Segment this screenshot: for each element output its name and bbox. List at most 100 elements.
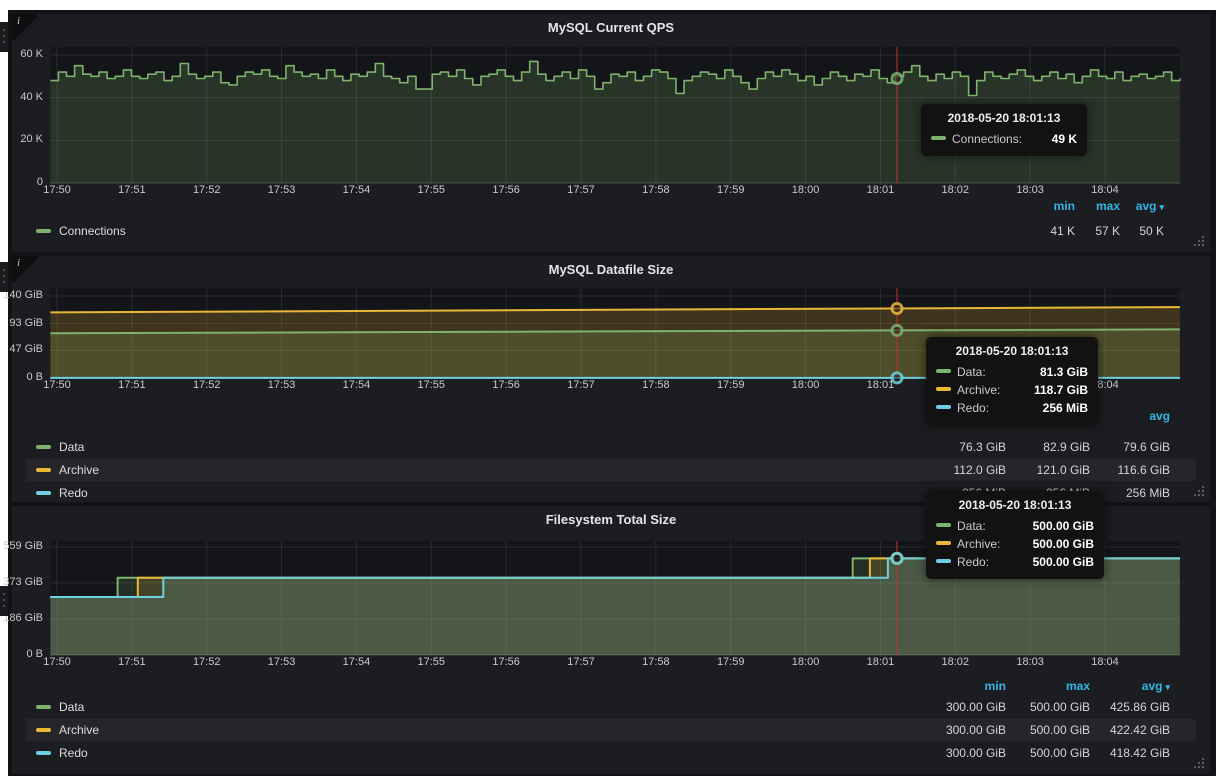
y-axis-tick-label: 140 GiB	[3, 289, 43, 301]
x-axis-tick-label: 17:55	[418, 656, 446, 668]
tooltip-series-name: Archive:	[957, 537, 1000, 551]
panel-drag-indicator	[0, 262, 8, 292]
panel-resize-handle[interactable]	[1194, 758, 1206, 770]
x-axis-tick-label: 17:52	[193, 184, 221, 196]
tooltip-series-value: 500.00 GiB	[1019, 537, 1094, 551]
tooltip: 2018-05-20 18:01:13Data:81.3 GiBArchive:…	[926, 337, 1098, 425]
legend-series-redo[interactable]: Redo	[36, 742, 88, 764]
legend-series-archive[interactable]: Archive	[36, 459, 99, 481]
legend-header-label: max	[1066, 679, 1090, 693]
legend-stat-avg: 422.42 GiB	[1110, 719, 1170, 741]
x-axis-tick-label: 17:50	[43, 379, 71, 391]
tooltip-timestamp: 2018-05-20 18:01:13	[936, 498, 1094, 512]
tooltip-series-row: Data:81.3 GiB	[936, 363, 1088, 381]
tooltip-series-row: Archive: 500.00 GiB	[936, 535, 1094, 553]
legend-series-connections[interactable]: Connections	[36, 220, 126, 242]
legend-series-label: Data	[59, 700, 84, 714]
legend-stat-min: 112.0 GiB	[954, 459, 1006, 481]
series-color-dash-icon	[936, 541, 951, 545]
legend-header-max[interactable]: max	[1096, 199, 1120, 213]
tooltip-series-row: Connections:49 K	[931, 130, 1077, 148]
x-axis-tick-label: 17:50	[43, 656, 71, 668]
series-color-dash-icon	[36, 445, 51, 449]
legend-series-label: Data	[59, 440, 84, 454]
tooltip: 2018-05-20 18:01:13Data:500.00 GiBArchiv…	[926, 491, 1104, 579]
x-axis-tick-label: 18:04	[1091, 184, 1119, 196]
x-axis-tick-label: 17:54	[343, 379, 371, 391]
legend-header-min[interactable]: min	[1054, 199, 1075, 213]
chevron-down-icon: ▾	[1159, 202, 1164, 212]
legend-series-archive[interactable]: Archive	[36, 719, 99, 741]
series-color-dash-icon	[36, 751, 51, 755]
x-axis-tick-label: 18:04	[1091, 656, 1119, 668]
x-axis-tick-label: 18:03	[1016, 184, 1044, 196]
y-axis-tick-label: 0 B	[26, 371, 43, 383]
x-axis-tick-label: 17:57	[567, 656, 595, 668]
x-axis-tick-label: 18:01	[867, 379, 895, 391]
x-axis-tick-label: 17:59	[717, 379, 745, 391]
x-axis-tick-label: 17:56	[492, 379, 520, 391]
tooltip-series-name: Redo:	[957, 555, 989, 569]
legend-header-avg[interactable]: avg	[1149, 409, 1170, 423]
y-axis-tick-label: 0	[37, 176, 43, 188]
hover-marker-redo	[892, 553, 902, 563]
tooltip-series-name: Data:	[957, 519, 986, 533]
legend-stat-max: 121.0 GiB	[1037, 459, 1090, 481]
x-axis-tick-label: 17:51	[118, 379, 146, 391]
x-axis-tick-label: 17:53	[268, 184, 296, 196]
legend-header-label: max	[1096, 199, 1120, 213]
legend-header-label: min	[1054, 199, 1075, 213]
y-axis-tick-label: 47 GiB	[9, 343, 43, 355]
x-axis-tick-label: 18:01	[867, 184, 895, 196]
legend-stat-min: 300.00 GiB	[946, 742, 1006, 764]
x-axis-tick-label: 17:58	[642, 184, 670, 196]
legend-stat-avg: 79.6 GiB	[1123, 436, 1170, 458]
legend-series-redo[interactable]: Redo	[36, 482, 88, 504]
legend-header-label: avg	[1142, 679, 1163, 693]
legend-series-label: Redo	[59, 746, 88, 760]
legend-stat-min: 300.00 GiB	[946, 719, 1006, 741]
series-color-dash-icon	[936, 405, 951, 409]
legend-header-min[interactable]: min	[985, 679, 1006, 693]
tooltip-series-row: Archive: 118.7 GiB	[936, 381, 1088, 399]
x-axis-tick-label: 17:56	[492, 184, 520, 196]
tooltip-series-name: Archive:	[957, 383, 1000, 397]
legend-stat-min: 41 K	[1050, 220, 1075, 242]
x-axis-tick-label: 17:54	[343, 656, 371, 668]
legend-stat-max: 82.9 GiB	[1043, 436, 1090, 458]
legend-series-label: Connections	[59, 224, 126, 238]
y-axis-tick-label: 60 K	[20, 48, 43, 60]
legend-row: Archive 300.00 GiB 500.00 GiB 422.42 GiB	[26, 719, 1196, 741]
x-axis-tick-label: 17:52	[193, 656, 221, 668]
x-axis-tick-label: 17:59	[717, 656, 745, 668]
legend-header-avg[interactable]: avg▾	[1142, 679, 1170, 693]
y-axis-tick-label: 20 K	[20, 133, 43, 145]
tooltip-series-value: 81.3 GiB	[1026, 365, 1088, 379]
x-axis-tick-label: 17:56	[492, 656, 520, 668]
tooltip-series-name: Redo:	[957, 401, 989, 415]
legend-stat-avg: 425.86 GiB	[1110, 696, 1170, 718]
x-axis-tick-label: 17:51	[118, 656, 146, 668]
legend-header-max[interactable]: max	[1066, 679, 1090, 693]
panel-resize-handle[interactable]	[1194, 486, 1206, 498]
legend-row: Redo300.00 GiB500.00 GiB418.42 GiB	[26, 742, 1196, 764]
legend-series-label: Archive	[59, 723, 99, 737]
legend-stat-max: 500.00 GiB	[1030, 719, 1090, 741]
y-axis-tick-label: 186 GiB	[3, 612, 43, 624]
legend-stat-avg: 50 K	[1139, 220, 1164, 242]
x-axis-tick-label: 18:02	[942, 184, 970, 196]
y-axis-tick-label: 40 K	[20, 91, 43, 103]
legend-series-data[interactable]: Data	[36, 436, 84, 458]
hover-marker-data	[892, 325, 902, 335]
legend-header-label: min	[985, 679, 1006, 693]
tooltip-series-value: 118.7 GiB	[1020, 383, 1088, 397]
panel-resize-handle[interactable]	[1194, 236, 1206, 248]
legend-series-label: Archive	[59, 463, 99, 477]
panel-drag-indicator	[0, 22, 8, 52]
legend-series-data[interactable]: Data	[36, 696, 84, 718]
legend-row: Connections41 K57 K50 K	[26, 220, 1196, 242]
x-axis-tick-label: 18:03	[1016, 656, 1044, 668]
legend-header-avg[interactable]: avg▾	[1136, 199, 1164, 213]
x-axis-tick-label: 17:53	[268, 656, 296, 668]
series-color-dash-icon	[36, 728, 51, 732]
